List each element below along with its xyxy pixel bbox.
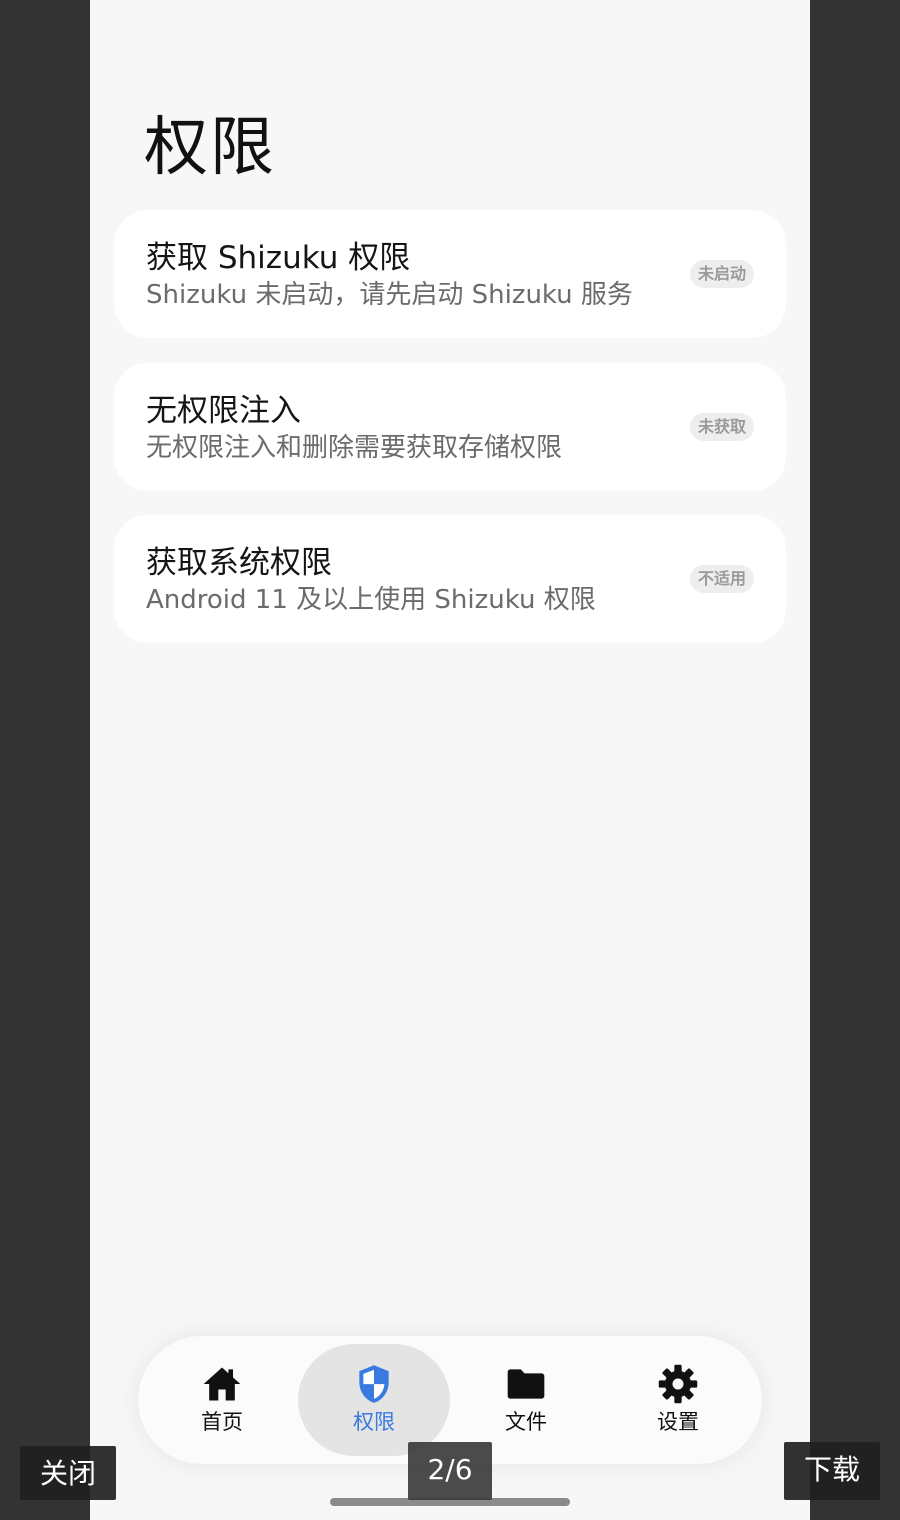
close-button[interactable]: 关闭 [20,1446,116,1500]
page-title: 权限 [144,111,276,185]
nav-label: 首页 [201,1410,243,1434]
status-badge: 未启动 [689,260,754,288]
no-permission-inject-card[interactable]: 无权限注入 无权限注入和删除需要获取存储权限 未获取 [114,363,786,491]
nav-label: 权限 [353,1410,395,1434]
page-indicator: 2/6 [408,1442,492,1500]
card-title: 获取系统权限 [146,545,332,581]
nav-label: 设置 [657,1410,699,1434]
gear-icon [658,1364,698,1404]
shield-icon [359,1365,389,1403]
status-badge: 未获取 [689,413,754,441]
card-subtitle: 无权限注入和删除需要获取存储权限 [146,433,563,463]
system-permission-card[interactable]: 获取系统权限 Android 11 及以上使用 Shizuku 权限 不适用 [114,515,786,643]
download-button[interactable]: 下载 [784,1442,880,1500]
nav-item-files[interactable]: 文件 [450,1344,602,1456]
home-icon [203,1367,241,1401]
card-subtitle: Shizuku 未启动，请先启动 Shizuku 服务 [146,280,633,310]
folder-icon [507,1369,545,1399]
status-badge: 不适用 [689,565,754,593]
nav-item-home[interactable]: 首页 [146,1344,298,1456]
nav-item-permissions[interactable]: 权限 [298,1344,450,1456]
card-subtitle: Android 11 及以上使用 Shizuku 权限 [146,585,596,615]
shizuku-permission-card[interactable]: 获取 Shizuku 权限 Shizuku 未启动，请先启动 Shizuku 服… [114,210,786,338]
nav-label: 文件 [505,1410,547,1434]
card-title: 获取 Shizuku 权限 [146,240,411,276]
image-viewer: 权限 获取 Shizuku 权限 Shizuku 未启动，请先启动 Shizuk… [0,0,900,1520]
app-screen: 权限 获取 Shizuku 权限 Shizuku 未启动，请先启动 Shizuk… [90,0,810,1520]
card-title: 无权限注入 [146,393,301,429]
nav-item-settings[interactable]: 设置 [602,1344,754,1456]
